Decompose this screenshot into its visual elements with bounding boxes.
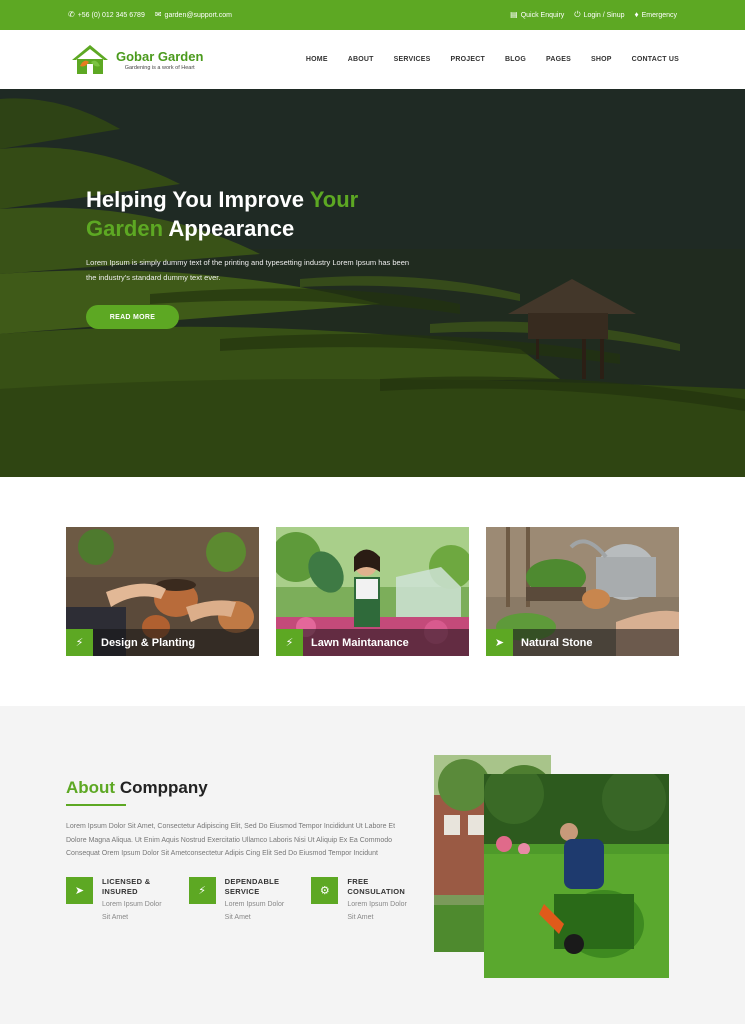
hero-title-part1: Helping You Improve (86, 187, 310, 212)
nav-services[interactable]: SERVICES (394, 56, 431, 63)
email-address: garden@support.com (164, 11, 232, 19)
bolt-icon: ⚡ (66, 629, 93, 656)
feature-description: Lorem Ipsum Dolor Sit Amet (102, 900, 162, 921)
brand-name: Gobar Garden (116, 48, 204, 64)
feature-title-line2: SERVICE (224, 886, 260, 896)
brand-logo[interactable]: Gobar Garden Gardening is a work of Hear… (68, 42, 203, 78)
title-underline (66, 804, 126, 806)
feature-description: Lorem Ipsum Dolor Sit Amet (224, 900, 285, 921)
login-label: Login / Sinup (583, 11, 625, 19)
service-title: Design & Planting (101, 636, 196, 649)
feature-title: LICENSED & INSURED (102, 877, 171, 897)
feature-title-line2: INSURED (102, 886, 138, 896)
document-icon: ▤ (510, 10, 518, 19)
about-description: Lorem Ipsum Dolor Sit Amet, Consectetur … (66, 823, 396, 857)
house-leaf-icon (72, 44, 108, 74)
feature-list: ➤ LICENSED & INSURED Lorem Ipsum Dolor Si… (66, 876, 416, 924)
feature-title-line2: CONSULATION (347, 886, 406, 896)
power-icon: ⏻ (574, 10, 581, 19)
lawn-mowing-image (484, 774, 669, 978)
service-card-design[interactable]: ⚡ Design & Planting (66, 527, 259, 656)
feature-dependable: ⚡ DEPENDABLE SERVICE Lorem Ipsum Dolor Si… (188, 876, 294, 924)
nav-blog[interactable]: BLOG (505, 56, 526, 63)
quick-enquiry-link[interactable]: ▤ Quick Enquiry (510, 11, 564, 19)
about-title: About Comppany (66, 778, 416, 798)
nav-contact[interactable]: CONTACT US (632, 56, 679, 63)
service-title: Lawn Maintanance (311, 636, 409, 649)
hero-description: Lorem Ipsum is simply dummy text of the … (86, 258, 410, 282)
feature-title: DEPENDABLE SERVICE (225, 877, 294, 897)
service-label-lawn: ⚡ Lawn Maintanance (276, 629, 469, 656)
gear-icon: ⚙ (311, 876, 339, 904)
phone-icon: ✆ (68, 10, 75, 19)
phone-number: +56 (0) 012 345 6789 (77, 11, 145, 19)
service-label-design: ⚡ Design & Planting (66, 629, 259, 656)
feature-title-line1: LICENSED & (102, 876, 151, 886)
envelope-icon: ✉ (154, 10, 162, 19)
service-card-lawn[interactable]: ⚡ Lawn Maintanance (276, 527, 469, 656)
read-more-button[interactable]: READ MORE (86, 305, 179, 329)
nav-shop[interactable]: SHOP (591, 56, 612, 63)
bolt-icon: ⚡ (276, 629, 303, 656)
feature-licensed: ➤ LICENSED & INSURED Lorem Ipsum Dolor Si… (66, 876, 171, 924)
hero-title-green1: Your (309, 187, 359, 212)
email-contact[interactable]: ✉ garden@support.com (155, 11, 232, 19)
feature-consultation: ⚙ FREE CONSULATION Lorem Ipsum Dolor Sit … (311, 876, 416, 924)
nav-about[interactable]: ABOUT (348, 56, 374, 63)
hero-title: Helping You Improve Your Garden Appearan… (86, 185, 426, 243)
services-section: ⚡ Design & Planting ⚡ Lawn Maintanance ➤… (0, 477, 745, 706)
about-text: About Comppany Lorem Ipsum Dolor Sit Ame… (66, 778, 416, 924)
phone-contact[interactable]: ✆ +56 (0) 012 345 6789 (68, 11, 145, 19)
service-card-stone[interactable]: ➤ Natural Stone (486, 527, 679, 656)
feature-title-line1: DEPENDABLE (224, 876, 280, 886)
quick-enquiry-label: Quick Enquiry (520, 11, 565, 19)
service-label-stone: ➤ Natural Stone (486, 629, 679, 656)
emergency-label: Emergency (641, 11, 677, 19)
hero-title-part2: Appearance (163, 216, 295, 241)
nav-project[interactable]: PROJECT (450, 56, 484, 63)
about-title-green: About (66, 778, 116, 797)
bell-icon: ♦ (634, 10, 639, 19)
nav-pages[interactable]: PAGES (546, 56, 571, 63)
paper-plane-icon: ➤ (486, 629, 513, 656)
hero-title-green2: Garden (86, 216, 164, 241)
about-section: About Comppany Lorem Ipsum Dolor Sit Ame… (0, 706, 745, 1024)
login-link[interactable]: ⏻ Login / Sinup (574, 11, 624, 19)
feature-title-line1: FREE (347, 876, 369, 886)
hero-banner: Helping You Improve Your Garden Appearan… (0, 89, 745, 477)
service-title: Natural Stone (521, 636, 593, 649)
top-bar: ✆ +56 (0) 012 345 6789 ✉ garden@support.… (0, 0, 745, 30)
bolt-icon: ⚡ (188, 876, 216, 904)
feature-title: FREE CONSULATION (347, 877, 416, 897)
emergency-link[interactable]: ♦ Emergency (635, 11, 678, 19)
paper-plane-icon: ➤ (66, 876, 93, 904)
main-nav: HOME ABOUT SERVICES PROJECT BLOG PAGES S… (306, 56, 679, 63)
nav-home[interactable]: HOME (306, 56, 328, 63)
brand-tagline: Gardening is a work of Heart (124, 64, 195, 71)
feature-description: Lorem Ipsum Dolor Sit Amet (347, 900, 407, 921)
site-header: Gobar Garden Gardening is a work of Hear… (0, 30, 745, 89)
hero-content: Helping You Improve Your Garden Appearan… (86, 185, 426, 329)
about-title-rest: Comppany (115, 778, 208, 797)
